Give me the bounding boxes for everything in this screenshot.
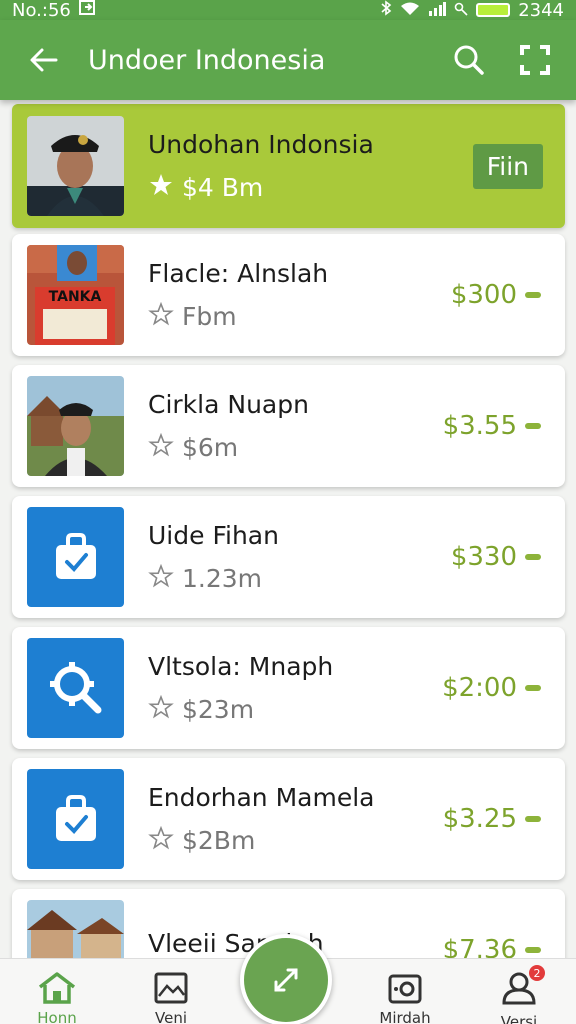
notification-icon (78, 0, 97, 21)
status-bar: No.:56 2344 (0, 0, 576, 21)
featured-name: Undohan Indonsia (148, 129, 374, 159)
nav-label: Honn (37, 1009, 77, 1024)
item-list: Undohan Indonsia $4 Bm Fiin TANKA Flacle… (0, 100, 576, 960)
item-price: $330 (451, 542, 541, 572)
featured-card[interactable]: Undohan Indonsia $4 Bm Fiin (12, 104, 565, 228)
item-sub: Fbm (182, 302, 237, 331)
home-icon (38, 972, 76, 1004)
item-thumbnail (27, 769, 124, 869)
item-price: $3.55 (443, 411, 541, 441)
poster-text: TANKA (49, 289, 102, 305)
price-value: $3.25 (442, 804, 517, 834)
list-item[interactable]: Endorhan Mamela $2Bm $3.25 (12, 758, 565, 880)
dash-icon (525, 554, 541, 560)
featured-sub: $4 Bm (182, 173, 264, 202)
star-icon (148, 173, 174, 203)
search-gear-icon (49, 662, 101, 714)
item-price: $3.25 (443, 804, 541, 834)
star-outline-icon (148, 301, 174, 332)
item-name: Uide Fihan (148, 520, 279, 550)
nav-home[interactable]: Honn (0, 959, 114, 1024)
diagonal-arrows-icon (274, 968, 298, 992)
price-value: $300 (450, 280, 517, 310)
list-item[interactable]: Vltsola: Mnaph $23m $2:00 (12, 627, 565, 749)
item-thumbnail (27, 507, 124, 607)
nav-label: Versi (500, 1013, 538, 1024)
wifi-icon (400, 0, 420, 21)
item-name: Cirkla Nuapn (148, 389, 309, 419)
fullscreen-button[interactable] (502, 45, 568, 75)
star-outline-icon (148, 563, 174, 594)
notification-badge: 2 (529, 965, 545, 981)
item-name: Vltsola: Mnaph (148, 651, 334, 681)
item-sub: 1.23m (182, 564, 263, 593)
expand-fab-button[interactable] (240, 934, 332, 1024)
item-price: $300 (451, 280, 541, 310)
bag-check-icon (55, 795, 96, 841)
back-button[interactable] (0, 47, 88, 73)
arrow-left-icon (30, 48, 58, 72)
item-thumbnail (27, 900, 124, 960)
item-sub: $23m (182, 695, 255, 724)
item-thumbnail (27, 376, 124, 476)
status-clock: 2344 (518, 0, 564, 21)
bluetooth-icon (380, 0, 392, 21)
dash-icon (525, 816, 541, 822)
status-time: No.:56 (12, 0, 71, 21)
app-bar: Undoer Indonesia (0, 20, 576, 100)
page-title: Undoer Indonesia (88, 44, 326, 76)
nav-label: Mirdah (379, 1009, 431, 1024)
image-icon (154, 972, 188, 1004)
nav-camera[interactable]: Mirdah (348, 959, 462, 1024)
price-value: $2:00 (442, 673, 517, 703)
dash-icon (525, 292, 541, 298)
item-price: $2:00 (442, 673, 541, 703)
list-item[interactable]: TANKA Flacle: Alnslah Fbm $300 (12, 234, 565, 356)
camera-icon (388, 974, 422, 1004)
fiin-button[interactable]: Fiin (472, 143, 543, 189)
dash-icon (525, 423, 541, 429)
key-icon (454, 0, 468, 21)
price-value: $3.55 (442, 411, 517, 441)
search-icon (454, 45, 484, 75)
nav-image[interactable]: Veni (114, 959, 228, 1024)
item-thumbnail (27, 638, 124, 738)
star-outline-icon (148, 694, 174, 725)
star-outline-icon (148, 825, 174, 856)
price-value: $7.36 (442, 935, 517, 960)
signal-icon (428, 0, 447, 21)
featured-thumbnail (27, 116, 124, 216)
dash-icon (525, 685, 541, 691)
dash-icon (525, 947, 541, 953)
item-name: Endorhan Mamela (148, 782, 375, 812)
item-thumbnail: TANKA (27, 245, 124, 345)
list-item[interactable]: Cirkla Nuapn $6m $3.55 (12, 365, 565, 487)
item-sub: $6m (182, 433, 239, 462)
item-name: Flacle: Alnslah (148, 258, 329, 288)
nav-label: Veni (155, 1009, 187, 1024)
item-price: $7.36 (443, 935, 541, 960)
star-outline-icon (148, 432, 174, 463)
list-item[interactable]: Uide Fihan 1.23m $330 (12, 496, 565, 618)
price-value: $330 (450, 542, 517, 572)
fullscreen-icon (520, 45, 550, 75)
search-button[interactable] (436, 44, 502, 76)
item-sub: $2Bm (182, 826, 256, 855)
bag-check-icon (55, 533, 96, 579)
nav-user[interactable]: 2 Versi (462, 959, 576, 1024)
battery-icon (476, 3, 511, 17)
